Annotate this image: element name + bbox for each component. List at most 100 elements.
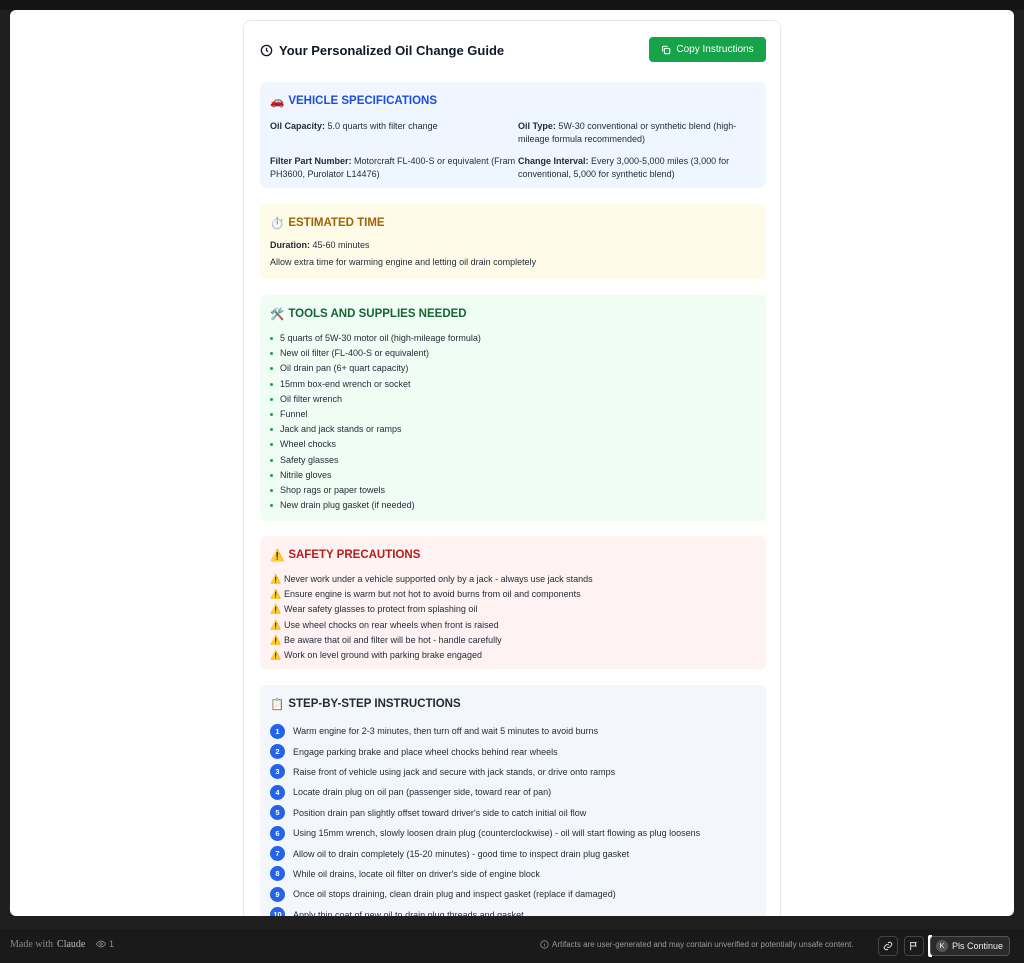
steps-list: 1 Warm engine for 2-3 minutes, then turn … <box>270 721 756 916</box>
warning-icon: ⚠️ <box>270 589 282 600</box>
vehicle-section-title: 🚗 VEHICLE SPECIFICATIONS <box>270 94 756 108</box>
tool-item: 5 quarts of 5W-30 motor oil (high-mileag… <box>270 331 756 346</box>
tool-item: Safety glasses <box>270 453 756 468</box>
warning-icon: ⚠️ <box>270 574 282 584</box>
safety-item: ⚠️ Be aware that oil and filter will be h… <box>270 633 756 648</box>
safety-item: ⚠️ Work on level ground with parking brak… <box>270 648 756 663</box>
tools-section: 🛠️ TOOLS AND SUPPLIES NEEDED 5 quarts of… <box>260 295 766 521</box>
tool-item-text: Oil drain pan (6+ quart capacity) <box>280 363 409 374</box>
step-number: 3 <box>270 764 285 780</box>
step-item: 1 Warm engine for 2-3 minutes, then turn … <box>270 721 756 741</box>
copy-instructions-button[interactable]: Copy Instructions <box>649 37 766 62</box>
user-avatar: K <box>936 940 948 952</box>
car-icon: 🚗 <box>270 96 285 108</box>
bottom-bar <box>0 929 1024 963</box>
vehicle-specifications-section: 🚗 VEHICLE SPECIFICATIONS Oil Capacity: 5… <box>260 82 766 188</box>
step-item: 8 While oil drains, locate oil filter on … <box>270 864 756 884</box>
safety-item-text: Ensure engine is warm but not hot to avo… <box>284 589 581 600</box>
tool-item: 15mm box-end wrench or socket <box>270 377 756 392</box>
eye-icon <box>96 940 106 948</box>
safety-item: ⚠️ Use wheel chocks on rear wheels when f… <box>270 618 756 633</box>
bullet-icon <box>270 428 273 432</box>
artifact-frame: Your Personalized Oil Change Guide Copy … <box>10 10 1014 916</box>
bullet-icon <box>270 504 273 508</box>
link-button[interactable] <box>878 936 898 956</box>
tool-item-text: Shop rags or paper towels <box>280 484 386 495</box>
stopwatch-icon: ⏱️ <box>270 218 285 230</box>
step-text: Apply thin coat of new oil to drain plug… <box>293 909 524 916</box>
bullet-icon <box>270 413 273 417</box>
step-number: 6 <box>270 825 285 841</box>
safety-list: ⚠️ Never work under a vehicle supported o… <box>270 572 756 663</box>
tool-item-text: 15mm box-end wrench or socket <box>280 378 411 389</box>
tool-item: Funnel <box>270 407 756 422</box>
step-item: 10 Apply thin coat of new oil to drain pl… <box>270 905 756 916</box>
tool-item: New oil filter (FL-400-S or equivalent) <box>270 346 756 361</box>
step-text: Using 15mm wrench, slowly loosen drain p… <box>293 828 701 839</box>
tools-list: 5 quarts of 5W-30 motor oil (high-mileag… <box>270 331 756 513</box>
made-with-label: Made with <box>10 939 54 950</box>
duration-line: Duration: 45-60 minutes <box>270 239 756 252</box>
tool-item-text: Oil filter wrench <box>280 393 343 404</box>
step-number: 1 <box>270 723 285 739</box>
top-bar <box>0 0 1024 10</box>
tool-item-text: Wheel chocks <box>280 439 337 450</box>
step-text: Warm engine for 2-3 minutes, then turn o… <box>293 726 599 737</box>
tool-item-text: New oil filter (FL-400-S or equivalent) <box>280 348 430 359</box>
warning-icon: ⚠️ <box>270 634 282 645</box>
time-title-text: ESTIMATED TIME <box>288 217 385 229</box>
interval-label: Change Interval: <box>518 156 589 166</box>
copy-icon <box>662 45 671 54</box>
estimated-time-section: ⏱️ ESTIMATED TIME Duration: 45-60 minute… <box>260 204 766 279</box>
oil-capacity-value: 5.0 quarts with filter change <box>327 121 438 131</box>
tool-item-text: New drain plug gasket (if needed) <box>280 500 415 511</box>
view-count: 1 <box>96 939 114 949</box>
filter-label: Filter Part Number: <box>270 156 352 166</box>
brand-label: Claude <box>57 939 86 950</box>
step-number: 9 <box>270 886 285 902</box>
vehicle-title-text: VEHICLE SPECIFICATIONS <box>288 95 437 107</box>
made-with-claude[interactable]: Made with Claude <box>10 939 85 950</box>
oil-capacity-label: Oil Capacity: <box>270 121 326 131</box>
bullet-icon <box>270 382 273 386</box>
time-section-title: ⏱️ ESTIMATED TIME <box>270 216 756 230</box>
step-item: 4 Locate drain plug on oil pan (passenger… <box>270 782 756 802</box>
step-text: While oil drains, locate oil filter on d… <box>293 868 540 879</box>
copy-instructions-label: Copy Instructions <box>676 44 754 55</box>
bullet-icon <box>270 397 273 401</box>
bullet-icon <box>270 488 273 492</box>
tool-item-text: 5 quarts of 5W-30 motor oil (high-mileag… <box>280 333 481 343</box>
steps-section-title: 📋 STEP-BY-STEP INSTRUCTIONS <box>270 697 756 711</box>
safety-item-text: Never work under a vehicle supported onl… <box>284 574 593 584</box>
continue-button[interactable]: K Pls Continue <box>930 936 1010 956</box>
tool-item: Nitrile gloves <box>270 468 756 483</box>
bullet-icon <box>270 337 273 341</box>
filter-spec: Filter Part Number: Motorcraft FL-400-S … <box>270 155 518 180</box>
step-item: 3 Raise front of vehicle using jack and s… <box>270 762 756 782</box>
tool-item-text: Nitrile gloves <box>280 469 332 480</box>
safety-item-text: Work on level ground with parking brake … <box>284 649 482 660</box>
step-number: 8 <box>270 866 285 882</box>
tool-item: New drain plug gasket (if needed) <box>270 498 756 513</box>
step-item: 5 Position drain pan slightly offset towa… <box>270 803 756 823</box>
disclaimer: Artifacts are user-generated and may con… <box>540 940 854 949</box>
tools-icon: 🛠️ <box>270 309 285 321</box>
step-item: 2 Engage parking brake and place wheel ch… <box>270 741 756 761</box>
warning-icon: ⚠️ <box>270 619 282 630</box>
step-number: 2 <box>270 744 285 760</box>
warning-icon: ⚠️ <box>270 649 282 660</box>
safety-section-title: ⚠️ SAFETY PRECAUTIONS <box>270 548 756 562</box>
bullet-icon <box>270 443 273 447</box>
disclaimer-text: Artifacts are user-generated and may con… <box>552 940 854 949</box>
safety-item: ⚠️ Never work under a vehicle supported o… <box>270 572 756 587</box>
step-text: Locate drain plug on oil pan (passenger … <box>293 787 552 798</box>
safety-item: ⚠️ Ensure engine is warm but not hot to a… <box>270 587 756 602</box>
tool-item: Wheel chocks <box>270 437 756 452</box>
tool-item: Oil drain pan (6+ quart capacity) <box>270 361 756 376</box>
safety-title-text: SAFETY PRECAUTIONS <box>288 549 421 561</box>
flag-button[interactable] <box>904 936 924 956</box>
interval-spec: Change Interval: Every 3,000-5,000 miles… <box>518 155 766 180</box>
step-number: 10 <box>270 907 285 916</box>
link-icon <box>883 941 893 951</box>
clipboard-icon: 📋 <box>270 699 285 711</box>
